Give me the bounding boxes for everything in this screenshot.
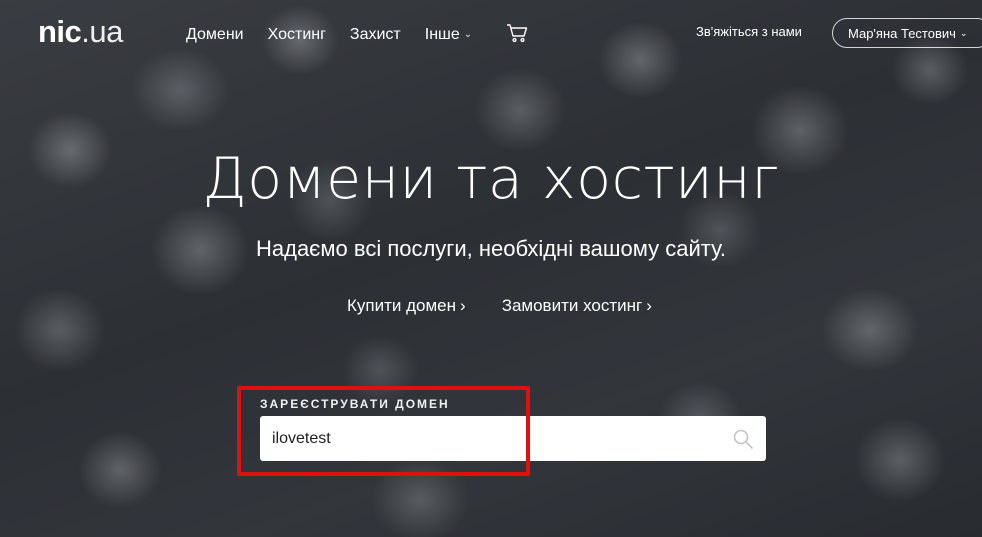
site-logo[interactable]: nic.ua bbox=[38, 14, 123, 50]
nav-item-other[interactable]: Інше ⌄ bbox=[425, 26, 472, 44]
main-menu: Домени Хостинг Захист Інше ⌄ bbox=[186, 21, 528, 48]
contact-us-link[interactable]: Зв'яжіться з нами bbox=[696, 24, 802, 39]
nav-item-hosting[interactable]: Хостинг bbox=[268, 26, 326, 44]
nav-item-domains[interactable]: Домени bbox=[186, 26, 244, 44]
chevron-right-icon: › bbox=[646, 296, 652, 315]
nav-item-label: Хостинг bbox=[267, 25, 326, 43]
page-title: Домени та хостинг bbox=[202, 146, 780, 212]
logo-suffix-text: .ua bbox=[81, 14, 123, 49]
chevron-right-icon: › bbox=[460, 296, 466, 315]
nav-item-protection[interactable]: Захист bbox=[350, 26, 401, 44]
domain-search-input[interactable] bbox=[260, 416, 720, 461]
domain-search-box bbox=[260, 416, 766, 461]
nav-item-label: Домени bbox=[186, 25, 244, 43]
nav-item-label: Захист bbox=[349, 25, 401, 43]
order-hosting-label: Замовити хостинг bbox=[501, 296, 643, 315]
cart-icon[interactable] bbox=[506, 23, 528, 48]
user-account-menu[interactable]: Мар'яна Тестович ⌄ bbox=[832, 18, 982, 48]
order-hosting-link[interactable]: Замовити хостинг › bbox=[502, 296, 652, 316]
hero-actions: Купити домен › Замовити хостинг › bbox=[347, 296, 688, 316]
chevron-down-icon: ⌄ bbox=[463, 29, 473, 40]
search-icon[interactable] bbox=[732, 428, 754, 455]
buy-domain-label: Купити домен bbox=[347, 296, 457, 315]
nav-item-label: Інше bbox=[424, 25, 460, 43]
user-name: Мар'яна Тестович bbox=[848, 25, 956, 41]
buy-domain-link[interactable]: Купити домен › bbox=[347, 296, 466, 316]
page-subtitle: Надаємо всі послуги, необхідні вашому са… bbox=[255, 236, 727, 261]
chevron-down-icon: ⌄ bbox=[959, 27, 968, 38]
logo-main-text: nic bbox=[38, 14, 82, 49]
top-navigation: nic.ua Домени Хостинг Захист Інше ⌄ Зв'я… bbox=[0, 0, 982, 64]
domain-search-label: ЗАРЕЄСТРУВАТИ ДОМЕН bbox=[260, 397, 450, 411]
